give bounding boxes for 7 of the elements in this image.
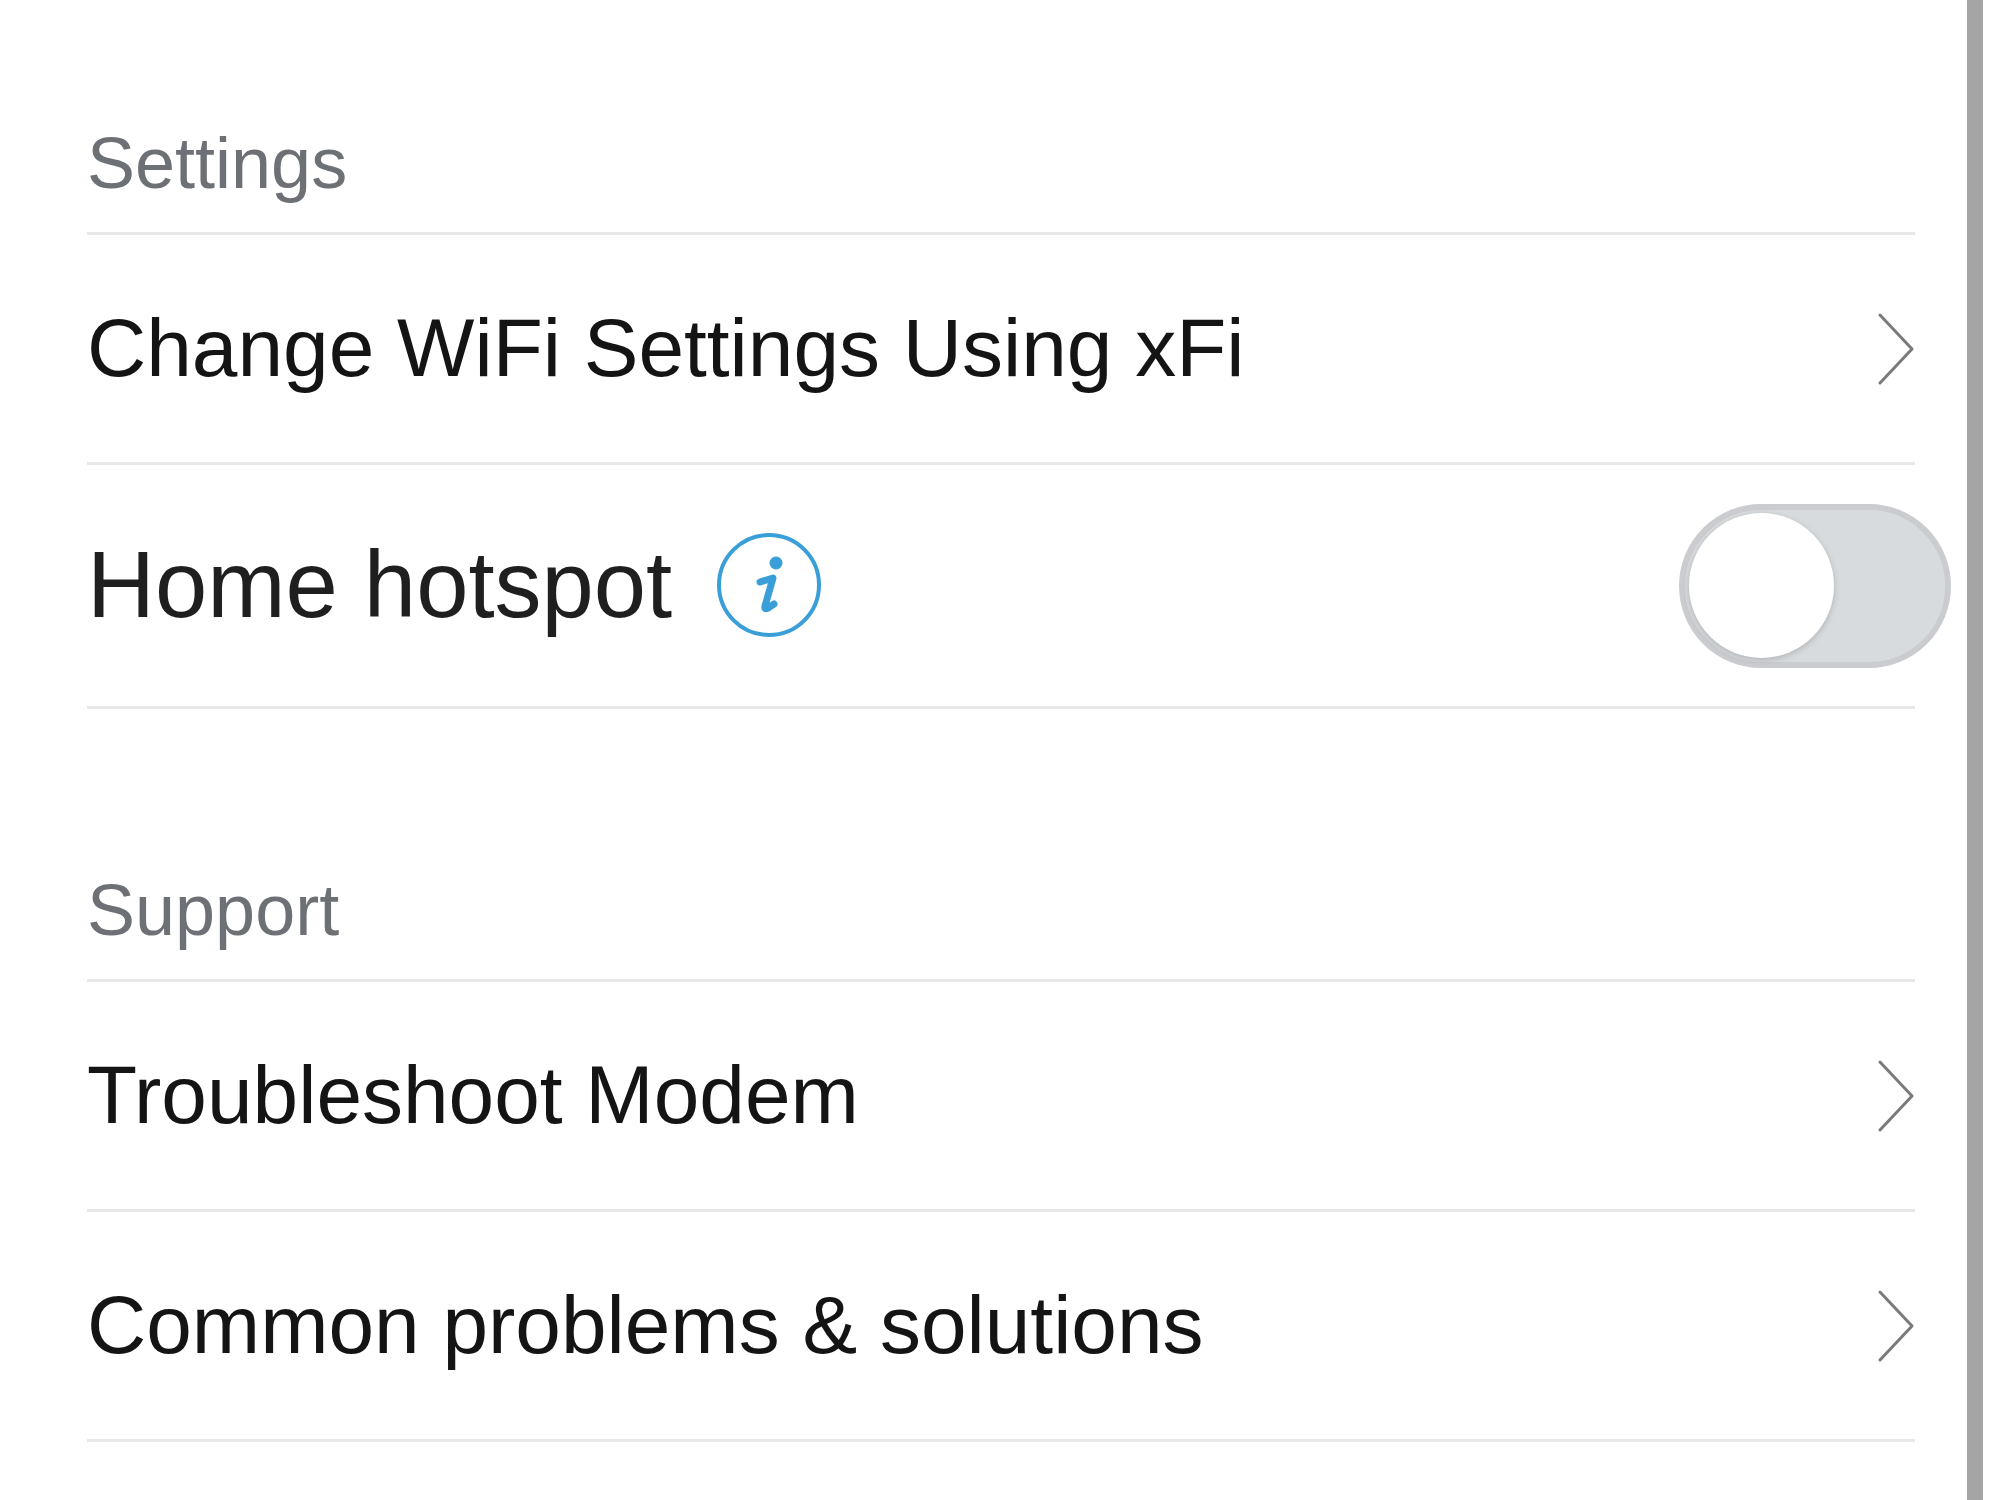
info-icon[interactable]: [716, 532, 823, 639]
chevron-right-icon: [1877, 1289, 1915, 1362]
chevron-right-icon: [1877, 312, 1915, 385]
section-heading: Support: [87, 868, 340, 952]
section-heading: Settings: [87, 121, 348, 205]
setting-label: Home hotspot: [87, 531, 673, 640]
chevron-right-icon: [1877, 1059, 1915, 1132]
